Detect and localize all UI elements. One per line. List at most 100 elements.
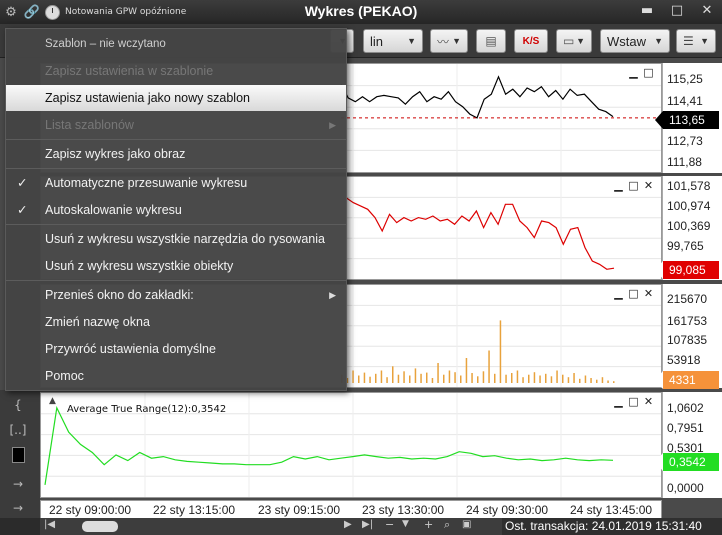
volume-bar xyxy=(437,363,439,383)
volume-bar xyxy=(539,375,541,383)
table-button[interactable]: ▤ xyxy=(476,29,506,53)
zoom-icon[interactable]: ⌕ xyxy=(444,518,450,532)
volume-axis: 215670 161753 107835 53918 4331 xyxy=(655,284,722,389)
comment-icon: ▭ xyxy=(563,34,575,48)
minimize-icon[interactable]: ▬ xyxy=(640,4,654,18)
line-tool-icon[interactable]: → xyxy=(6,498,30,518)
volume-bar xyxy=(431,378,434,383)
maximize-panel-icon[interactable]: □ xyxy=(628,287,638,300)
submenu-arrow-icon: ▶ xyxy=(329,120,336,130)
minimize-panel-icon[interactable]: ▁ xyxy=(614,395,623,408)
chart-scrollbar[interactable]: |◀ ▶ ▶| − ▼ + ⌕ ▣ xyxy=(40,518,502,535)
axis-tick: 53918 xyxy=(667,353,701,367)
volume-bar xyxy=(426,372,428,383)
atr-panel: ▲ Average True Range(12):0,3542 ▁ □ ✕ xyxy=(40,392,662,498)
collapse-arrow-icon[interactable]: ▲ xyxy=(49,396,56,406)
color-picker-icon[interactable] xyxy=(6,447,30,467)
scroll-down-icon[interactable]: ▼ xyxy=(402,519,409,529)
menu-item-auto-scroll[interactable]: ✓ Automatyczne przesuwanie wykresu xyxy=(6,170,346,196)
volume-bar xyxy=(443,374,445,383)
zoom-out-icon[interactable]: − xyxy=(385,518,394,531)
volume-last-value: 4331 xyxy=(655,371,719,389)
volume-bar xyxy=(545,373,547,383)
close-panel-icon[interactable]: ✕ xyxy=(644,395,653,408)
menu-item-move-to-tab[interactable]: Przenieś okno do zakładki: ▶ xyxy=(6,282,346,308)
chart-style-button[interactable]: 〰 ▼ xyxy=(430,29,468,53)
close-panel-icon[interactable]: ✕ xyxy=(644,287,653,300)
check-icon: ✓ xyxy=(17,203,28,217)
comment-button[interactable]: ▭ ▼ xyxy=(556,29,592,53)
menu-item-remove-objects[interactable]: Usuń z wykresu wszystkie obiekty xyxy=(6,253,346,279)
volume-bar xyxy=(369,376,371,383)
menu-item-autoscale[interactable]: ✓ Autoskalowanie wykresu xyxy=(6,197,346,223)
volume-bar xyxy=(465,358,468,383)
axis-tick: 107835 xyxy=(667,333,708,347)
menu-separator xyxy=(6,280,346,281)
minimize-panel-icon[interactable]: ▁ xyxy=(614,287,623,300)
chart-context-menu: Szablon – nie wczytano Zapisz ustawienia… xyxy=(5,28,347,391)
axis-tick: 100,369 xyxy=(667,219,711,233)
volume-bar xyxy=(380,370,383,383)
menu-item-restore-defaults[interactable]: Przywróć ustawienia domyślne xyxy=(6,336,346,362)
bracket-tool-icon[interactable]: { xyxy=(6,395,30,415)
menu-item-remove-drawing-tools[interactable]: Usuń z wykresu wszystkie narzędzia do ry… xyxy=(6,226,346,252)
menu-item-save-image[interactable]: Zapisz wykres jako obraz xyxy=(6,141,346,167)
price-line xyxy=(340,75,614,119)
volume-bar xyxy=(392,366,394,383)
zoom-in-icon[interactable]: + xyxy=(424,518,433,531)
time-label: 23 sty 09:15:00 xyxy=(258,503,341,517)
menu-item-save-template: Zapisz ustawienia w szablonie xyxy=(6,58,346,84)
scroll-thumb[interactable] xyxy=(82,521,118,532)
insert-button[interactable]: Wstaw ▼ xyxy=(600,29,670,53)
buy-sell-button[interactable]: K/S xyxy=(514,29,548,53)
volume-bar xyxy=(528,374,530,383)
volume-bar xyxy=(460,375,462,383)
menu-item-label: Zmień nazwę okna xyxy=(45,315,150,329)
maximize-panel-icon[interactable]: □ xyxy=(643,66,653,79)
atr-last-value: 0,3542 xyxy=(655,453,719,471)
scroll-right-icon[interactable]: ▶ xyxy=(344,519,352,530)
minimize-panel-icon[interactable]: ▁ xyxy=(614,179,623,192)
atr-axis: 1,0602 0,7951 0,5301 0,0000 0,3542 xyxy=(655,392,722,498)
menu-item-label: Szablon – nie wczytano xyxy=(45,38,166,50)
maximize-panel-icon[interactable]: □ xyxy=(628,179,638,192)
volume-bar xyxy=(573,373,575,383)
chevron-down-icon: ▼ xyxy=(654,36,663,46)
arrow-tool-icon[interactable]: → xyxy=(6,474,30,494)
volume-bar xyxy=(567,377,570,383)
menu-separator xyxy=(6,139,346,140)
volume-bar xyxy=(409,375,411,383)
maximize-icon[interactable]: □ xyxy=(670,4,684,18)
scroll-left-icon[interactable]: |◀ xyxy=(44,519,55,530)
maximize-panel-icon[interactable]: □ xyxy=(628,395,638,408)
close-panel-icon[interactable]: ✕ xyxy=(644,179,653,192)
wave-icon: 〰 xyxy=(437,34,450,49)
fit-icon[interactable]: ▣ xyxy=(462,519,471,530)
indicator-axis: 101,578 100,974 100,369 99,765 99,085 xyxy=(655,176,722,280)
volume-bar xyxy=(550,376,553,383)
volume-bar xyxy=(596,379,598,383)
range-tool-icon[interactable]: [..] xyxy=(6,420,30,440)
volume-bar xyxy=(482,371,485,383)
minimize-panel-icon[interactable]: ▁ xyxy=(629,66,638,79)
menu-item-help[interactable]: Pomoc xyxy=(6,363,346,389)
last-transaction-status: Ost. transakcja: 24.01.2019 15:31:40 xyxy=(502,518,722,535)
chevron-down-icon: ▼ xyxy=(576,36,585,46)
submenu-arrow-icon: ▶ xyxy=(329,290,336,300)
drawing-tools: { [..] → → xyxy=(0,390,40,518)
menu-item-label: Przywróć ustawienia domyślne xyxy=(45,342,216,356)
close-icon[interactable]: ✕ xyxy=(700,4,714,18)
volume-bar xyxy=(477,376,479,383)
menu-item-save-new-template[interactable]: Zapisz ustawienia jako nowy szablon xyxy=(6,85,346,111)
scroll-end-icon[interactable]: ▶| xyxy=(362,519,373,530)
scale-select[interactable]: lin ▼ xyxy=(363,29,423,53)
volume-bar xyxy=(397,374,400,383)
menu-button[interactable]: ☰ ▼ xyxy=(676,29,716,53)
volume-bar xyxy=(601,377,604,383)
volume-bar xyxy=(420,373,422,383)
axis-tick: 99,765 xyxy=(667,239,704,253)
volume-bar xyxy=(448,370,451,383)
volume-bar xyxy=(358,375,360,383)
hamburger-icon: ☰ xyxy=(683,34,694,48)
menu-item-rename-window[interactable]: Zmień nazwę okna xyxy=(6,309,346,335)
